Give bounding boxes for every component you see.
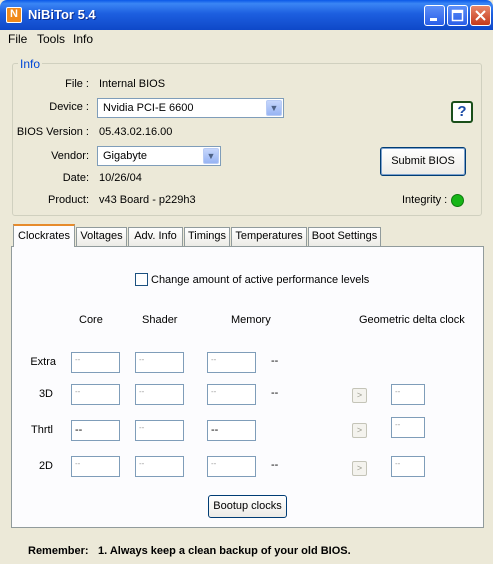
- 2d-core-input[interactable]: --: [71, 456, 120, 477]
- window-title: NiBiTor 5.4: [28, 7, 96, 22]
- question-icon: ?: [457, 103, 467, 120]
- 3d-memory-input[interactable]: --: [207, 384, 256, 405]
- extra-memory-input[interactable]: --: [207, 352, 256, 373]
- 2d-trailing-value: --: [271, 459, 279, 471]
- extra-core-input[interactable]: --: [71, 352, 120, 373]
- date-value: 10/26/04: [99, 172, 142, 184]
- maximize-icon: [451, 9, 464, 22]
- chevron-right-icon: >: [356, 390, 363, 400]
- bios-version-value: 05.43.02.16.00: [99, 126, 173, 138]
- 2d-shader-input[interactable]: --: [135, 456, 184, 477]
- file-label: File :: [65, 78, 89, 90]
- product-label: Product:: [48, 194, 89, 206]
- info-group-legend: Info: [18, 57, 43, 71]
- app-icon[interactable]: N: [6, 7, 22, 23]
- 3d-trailing-value: --: [271, 387, 279, 399]
- help-button[interactable]: ?: [451, 101, 473, 123]
- row-label-3d: 3D: [38, 388, 53, 400]
- 2d-delta-input[interactable]: --: [391, 456, 425, 477]
- row-label-extra: Extra: [30, 356, 56, 368]
- chevron-down-icon[interactable]: ▼: [203, 148, 219, 164]
- menu-tools[interactable]: Tools: [37, 32, 65, 46]
- bios-version-label: BIOS Version :: [16, 126, 89, 138]
- perf-levels-label: Change amount of active performance leve…: [151, 274, 370, 286]
- thrtl-delta-input[interactable]: --: [391, 417, 425, 438]
- 2d-memory-input[interactable]: --: [207, 456, 256, 477]
- integrity-label: Integrity :: [402, 194, 448, 206]
- tab-clockrates[interactable]: Clockrates: [13, 224, 75, 247]
- close-icon: [475, 10, 486, 21]
- device-label: Device :: [49, 101, 89, 113]
- integrity-status-icon: [451, 194, 464, 207]
- delta-clock-header: Geometric delta clock: [359, 314, 465, 326]
- maximize-button[interactable]: [447, 5, 468, 26]
- extra-trailing-value: --: [271, 355, 279, 367]
- date-label: Date:: [62, 172, 89, 184]
- submit-bios-button[interactable]: Submit BIOS: [380, 147, 466, 176]
- thrtl-shader-input[interactable]: --: [135, 420, 184, 441]
- 2d-delta-arrow-button[interactable]: >: [352, 461, 367, 476]
- row-label-thrtl: Thrtl: [31, 424, 53, 436]
- menu-file[interactable]: File: [8, 32, 27, 46]
- chevron-down-icon[interactable]: ▼: [266, 100, 282, 116]
- thrtl-delta-arrow-button[interactable]: >: [352, 423, 367, 438]
- 3d-delta-input[interactable]: --: [391, 384, 425, 405]
- core-header: Core: [79, 314, 103, 326]
- file-value: Internal BIOS: [99, 78, 166, 90]
- tab-temperatures[interactable]: Temperatures: [231, 227, 307, 246]
- device-select-value: Nvidia PCI-E 6600: [103, 102, 194, 114]
- tab-adv-info[interactable]: Adv. Info: [128, 227, 183, 246]
- memory-header: Memory: [231, 314, 271, 326]
- row-label-2d: 2D: [38, 460, 53, 472]
- tab-timings[interactable]: Timings: [184, 227, 230, 246]
- minimize-button[interactable]: [424, 5, 445, 26]
- vendor-label: Vendor:: [51, 150, 89, 162]
- tab-voltages[interactable]: Voltages: [76, 227, 127, 246]
- shader-header: Shader: [142, 314, 178, 326]
- device-select[interactable]: Nvidia PCI-E 6600 ▼: [97, 98, 284, 118]
- chevron-right-icon: >: [356, 425, 363, 435]
- menu-info[interactable]: Info: [73, 32, 93, 46]
- minimize-icon: [430, 18, 437, 21]
- bootup-clocks-button[interactable]: Bootup clocks: [208, 495, 287, 518]
- extra-shader-input[interactable]: --: [135, 352, 184, 373]
- perf-levels-checkbox[interactable]: [135, 273, 148, 286]
- 3d-delta-arrow-button[interactable]: >: [352, 388, 367, 403]
- tab-boot-settings[interactable]: Boot Settings: [308, 227, 381, 246]
- close-button[interactable]: [470, 5, 491, 26]
- thrtl-core-input[interactable]: --: [71, 420, 120, 441]
- remember-text: 1. Always keep a clean backup of your ol…: [98, 545, 351, 557]
- thrtl-memory-input[interactable]: --: [207, 420, 256, 441]
- vendor-select-value: Gigabyte: [103, 150, 148, 162]
- chevron-right-icon: >: [356, 463, 363, 473]
- 3d-shader-input[interactable]: --: [135, 384, 184, 405]
- 3d-core-input[interactable]: --: [71, 384, 120, 405]
- product-value: v43 Board - p229h3: [99, 194, 196, 206]
- vendor-select[interactable]: Gigabyte ▼: [97, 146, 221, 166]
- remember-label: Remember:: [28, 545, 89, 557]
